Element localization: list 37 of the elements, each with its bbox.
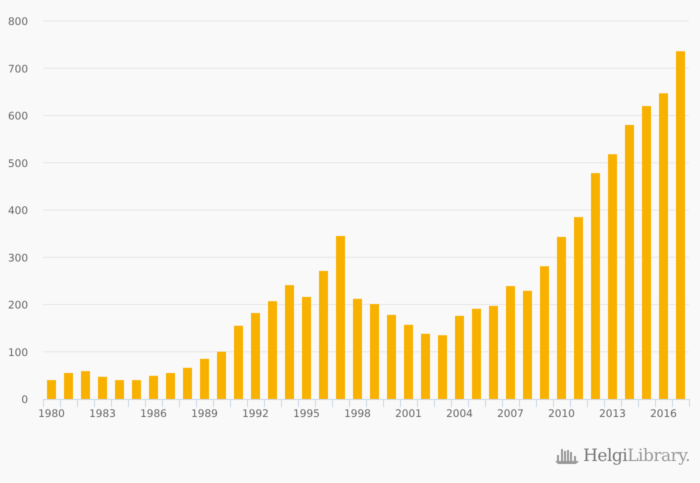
- bar: [421, 334, 430, 399]
- axis-label: 2004: [446, 408, 473, 420]
- axis-label: 100: [8, 346, 28, 359]
- bar: [217, 352, 226, 399]
- axis-label: 2001: [395, 408, 422, 420]
- bar: [438, 335, 447, 399]
- axis-label: 0: [21, 394, 28, 406]
- axis-label: 2010: [548, 408, 575, 420]
- bar: [115, 380, 124, 399]
- bar: [64, 373, 73, 399]
- bar: [98, 376, 107, 399]
- bar: [200, 358, 209, 399]
- axis-label: 300: [8, 252, 28, 264]
- axis-label: 1983: [89, 408, 116, 420]
- axis-label: 1995: [293, 408, 320, 420]
- axis-label: 700: [8, 63, 28, 76]
- axis-label: 2016: [650, 408, 677, 420]
- logo-icon: [555, 447, 580, 465]
- bar: [47, 380, 56, 399]
- axis-label: 800: [8, 16, 28, 28]
- bar: [183, 368, 192, 399]
- axis-label: 1986: [140, 408, 167, 420]
- axis-label: 1998: [344, 408, 371, 420]
- bar: [166, 373, 175, 399]
- bar: [149, 376, 158, 399]
- axis-label: 2013: [599, 408, 626, 420]
- axis-label: 2007: [497, 408, 524, 420]
- axis-label: 1989: [191, 408, 218, 420]
- axis-label: 1992: [242, 408, 269, 420]
- axis-label: 200: [8, 300, 28, 312]
- axis-label: 400: [8, 205, 28, 217]
- bar: [132, 380, 141, 399]
- axis-label: 600: [8, 110, 28, 122]
- axis-label: 1980: [38, 408, 65, 420]
- bar: [81, 371, 90, 399]
- logo-text: HelgiLibrary.: [583, 446, 690, 466]
- axis-label: 500: [8, 158, 28, 170]
